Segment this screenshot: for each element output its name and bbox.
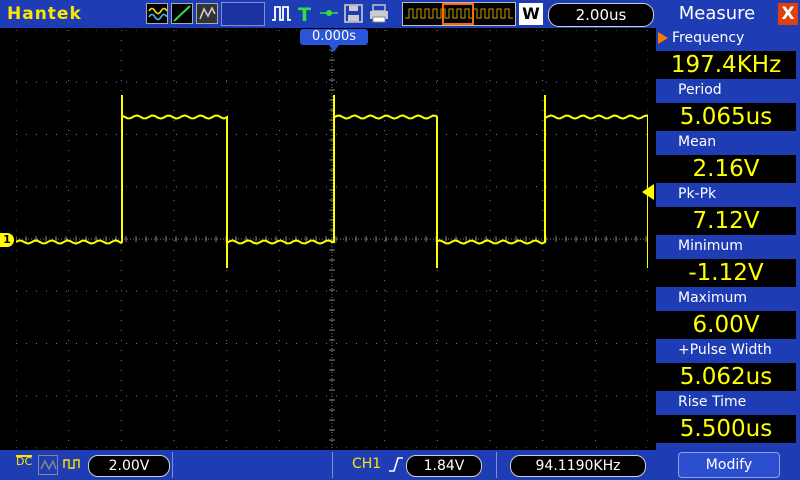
measure-value-minimum[interactable]: -1.12V	[656, 259, 796, 287]
rising-edge-icon[interactable]	[388, 455, 404, 473]
trigger-frequency-display: 94.1190KHz	[510, 455, 646, 477]
ch1-volts-per-div[interactable]: 2.00V	[88, 455, 170, 477]
measure-value-period[interactable]: 5.065us	[656, 103, 796, 131]
scope-graticule	[16, 30, 648, 448]
measure-value-pulse-width[interactable]: 5.062us	[656, 363, 796, 391]
measure-value-pk-pk[interactable]: 7.12V	[656, 207, 796, 235]
persist-mode-icon[interactable]	[196, 3, 218, 24]
wide-view-button[interactable]: W	[519, 3, 543, 25]
trigger-T-icon[interactable]: T	[295, 3, 317, 26]
measure-label-frequency: Frequency	[672, 30, 745, 46]
measure-value-frequency[interactable]: 197.4KHz	[656, 51, 796, 79]
measure-label-period: Period	[678, 82, 722, 98]
modify-button[interactable]: Modify	[678, 452, 780, 478]
measure-title: Measure	[678, 3, 756, 24]
measure-value-maximum[interactable]: 6.00V	[656, 311, 796, 339]
trigger-level-display[interactable]: 1.84V	[406, 455, 482, 477]
ch1-ground-marker[interactable]: 1	[0, 233, 14, 247]
measure-label-pulse-width: +Pulse Width	[678, 342, 772, 358]
measure-value-mean[interactable]: 2.16V	[656, 155, 796, 183]
measure-label-minimum: Minimum	[678, 238, 743, 254]
timebase-display[interactable]: 2.00us	[548, 3, 654, 27]
measure-label-pk-pk: Pk-Pk	[678, 186, 717, 202]
status-box	[221, 2, 265, 26]
close-measure-button[interactable]: X	[778, 3, 798, 25]
brand-logo: Hantek	[7, 4, 82, 24]
svg-text:T: T	[298, 4, 311, 24]
trigger-level-marker[interactable]	[642, 184, 654, 200]
pulse-trigger-icon[interactable]	[270, 3, 292, 24]
grid-lines	[16, 30, 648, 448]
trigger-source-label: CH1	[352, 456, 382, 472]
memory-overview[interactable]	[402, 2, 516, 26]
divider	[332, 452, 333, 478]
save-icon[interactable]	[343, 3, 365, 24]
trigger-time-marker[interactable]: 0.000s	[300, 29, 368, 45]
waveform-mode-icon[interactable]	[146, 3, 168, 24]
bandwidth-limit-icon[interactable]	[38, 455, 58, 475]
trigger-mode-icon[interactable]	[318, 3, 340, 24]
divider	[496, 452, 497, 478]
measure-label-mean: Mean	[678, 134, 717, 150]
trigger-position-arrow	[329, 45, 339, 52]
measure-value-rise-time[interactable]: 5.500us	[656, 415, 796, 443]
measure-label-maximum: Maximum	[678, 290, 747, 306]
measure-label-rise-time: Rise Time	[678, 394, 747, 410]
divider	[172, 452, 173, 478]
vector-mode-icon[interactable]	[171, 3, 193, 24]
dc-coupling-label: DC	[16, 455, 33, 468]
selected-arrow-icon	[658, 32, 668, 44]
print-icon[interactable]	[368, 3, 390, 24]
probe-icon[interactable]	[62, 455, 82, 473]
